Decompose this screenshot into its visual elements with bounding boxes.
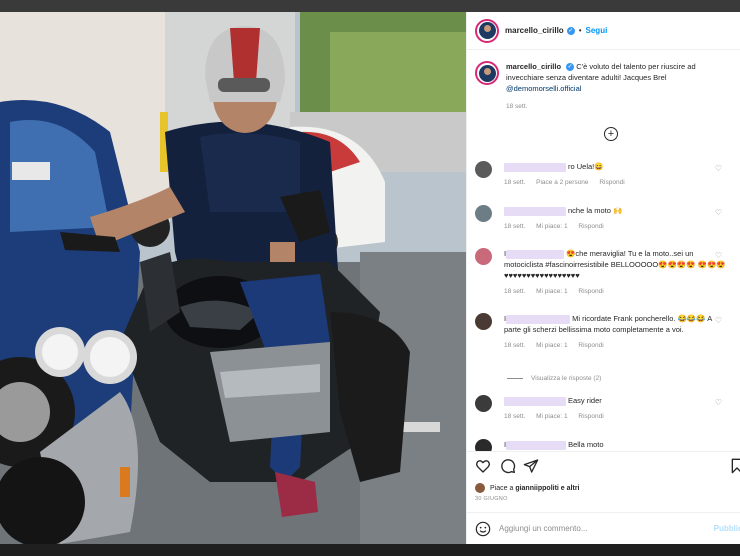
comment-body: I Bella moto	[504, 439, 726, 451]
comment-meta: 18 sett. Mi piace: 1 Rispondi	[504, 340, 726, 351]
comment-reply-button[interactable]: Rispondi	[599, 179, 624, 186]
publish-button[interactable]: Pubblica	[714, 524, 740, 533]
caption-username[interactable]: marcello_cirillo	[506, 62, 561, 71]
comment-item: Easy rider 18 sett. Mi piace: 1 Rispondi…	[475, 395, 737, 422]
comment-reply-button[interactable]: Rispondi	[578, 413, 603, 420]
redacted-username	[504, 396, 566, 406]
comment-likes[interactable]: Piace a 2 persone	[536, 179, 588, 186]
comment-input[interactable]	[499, 524, 699, 533]
backdrop-top-strip	[0, 0, 740, 12]
post-photo	[0, 12, 466, 544]
comment-body: ro Uela!😄 18 sett. Piace a 2 persone Ris…	[504, 161, 726, 188]
post-actions-bar	[467, 451, 740, 483]
comment-body: I 😍che meraviglia! Tu e la moto..sei un m…	[504, 248, 726, 297]
comment-meta: 18 sett. Mi piace: 1 Rispondi	[504, 411, 726, 422]
post-side-panel: marcello_cirillo ✓ • Segui marcello_ciri…	[466, 12, 740, 544]
view-replies-button[interactable]: Visualizza le risposte (2)	[507, 375, 707, 382]
likes-names-link[interactable]: gianniippoliti e altri	[515, 485, 579, 492]
caption-avatar[interactable]	[475, 61, 499, 85]
comment-likes[interactable]: Mi piace: 1	[536, 342, 567, 349]
comment-time[interactable]: 18 sett.	[504, 223, 525, 230]
post-date[interactable]: 30 GIUGNO	[475, 496, 508, 502]
comment-like-heart-icon[interactable]: ♡	[715, 397, 722, 408]
paper-plane-icon[interactable]	[523, 458, 539, 474]
redacted-username	[504, 206, 566, 216]
comment-avatar[interactable]	[475, 248, 492, 265]
comment-avatar[interactable]	[475, 205, 492, 222]
author-avatar[interactable]	[475, 18, 499, 43]
comment-time[interactable]: 18 sett.	[504, 179, 525, 186]
smiley-icon[interactable]	[475, 521, 491, 537]
header-separator: •	[578, 26, 582, 35]
comment-like-heart-icon[interactable]: ♡	[715, 315, 722, 326]
view-replies-label[interactable]: Visualizza le risposte (2)	[531, 375, 601, 382]
redacted-username	[504, 162, 566, 172]
redacted-username	[506, 249, 565, 259]
comment-time[interactable]: 18 sett.	[504, 342, 525, 349]
comment-avatar[interactable]	[475, 313, 492, 330]
backdrop-bottom-strip	[0, 544, 740, 556]
load-more-comments-plus-icon[interactable]: +	[604, 127, 618, 141]
add-comment-bar: Pubblica	[467, 512, 740, 544]
verified-badge-icon: ✓	[566, 26, 575, 35]
caption-time[interactable]: 18 sett.	[506, 103, 527, 110]
caption-meta: 18 sett.	[506, 101, 734, 112]
comment-item: I 😍che meraviglia! Tu e la moto..sei un m…	[475, 248, 737, 297]
author-username[interactable]: marcello_cirillo	[505, 26, 564, 35]
comment-item: I Mi ricordate Frank poncherello. 😂😂😂 A p…	[475, 313, 737, 351]
post-caption: marcello_cirillo ✓ C'è voluto del talent…	[475, 61, 737, 112]
verified-badge-icon: ✓	[566, 63, 575, 72]
comment-avatar[interactable]	[475, 395, 492, 412]
liker-avatar[interactable]	[475, 483, 485, 493]
likes-summary: Piace a gianniippoliti e altri	[475, 483, 579, 493]
likes-prefix: Piace a	[490, 484, 514, 492]
follow-button[interactable]: Segui	[586, 26, 608, 35]
comment-text: Easy rider	[568, 396, 602, 405]
comment-text: ro Uela!😄	[568, 162, 604, 171]
redacted-username	[506, 440, 567, 450]
comment-body: I Mi ricordate Frank poncherello. 😂😂😂 A p…	[504, 313, 726, 351]
redacted-username	[506, 314, 571, 324]
bookmark-icon[interactable]	[729, 458, 740, 474]
caption-body: marcello_cirillo ✓ C'è voluto del talent…	[506, 61, 734, 112]
comment-likes[interactable]: Mi piace: 1	[536, 223, 567, 230]
comment-time[interactable]: 18 sett.	[504, 413, 525, 420]
comment-text: nche la moto 🙌	[568, 206, 623, 215]
comment-meta: 18 sett. Piace a 2 persone Rispondi	[504, 177, 726, 188]
comment-body: Easy rider 18 sett. Mi piace: 1 Rispondi…	[504, 395, 726, 422]
comment-text: Bella moto	[568, 440, 604, 449]
comment-likes[interactable]: Mi piace: 1	[536, 413, 567, 420]
comment-like-heart-icon[interactable]: ♡	[715, 207, 722, 218]
post-modal: marcello_cirillo ✓ • Segui marcello_ciri…	[0, 12, 740, 544]
comment-like-heart-icon[interactable]: ♡	[715, 163, 722, 174]
comment-likes[interactable]: Mi piace: 1	[536, 288, 567, 295]
comments-list: marcello_cirillo ✓ C'è voluto del talent…	[467, 51, 740, 451]
heart-icon[interactable]	[475, 458, 491, 474]
comment-reply-button[interactable]: Rispondi	[578, 223, 603, 230]
replies-divider-line	[507, 378, 523, 379]
post-header: marcello_cirillo ✓ • Segui	[467, 12, 740, 50]
comment-meta: 18 sett. Mi piace: 1 Rispondi	[504, 221, 726, 232]
comment-item: I Bella moto	[475, 439, 737, 451]
comment-avatar[interactable]	[475, 161, 492, 178]
comment-item: ro Uela!😄 18 sett. Piace a 2 persone Ris…	[475, 161, 737, 188]
comment-avatar[interactable]	[475, 439, 492, 451]
comment-body: nche la moto 🙌 18 sett. Mi piace: 1 Risp…	[504, 205, 726, 232]
comment-like-heart-icon[interactable]: ♡	[715, 250, 722, 261]
motorcycle-rider-image	[0, 12, 466, 544]
comment-reply-button[interactable]: Rispondi	[578, 288, 603, 295]
comment-meta: 18 sett. Mi piace: 1 Rispondi	[504, 286, 726, 297]
caption-mention-link[interactable]: @demomorselli.official	[506, 84, 581, 93]
comment-bubble-icon[interactable]	[500, 458, 516, 474]
comment-time[interactable]: 18 sett.	[504, 288, 525, 295]
comment-reply-button[interactable]: Rispondi	[578, 342, 603, 349]
comment-item: nche la moto 🙌 18 sett. Mi piace: 1 Risp…	[475, 205, 737, 232]
